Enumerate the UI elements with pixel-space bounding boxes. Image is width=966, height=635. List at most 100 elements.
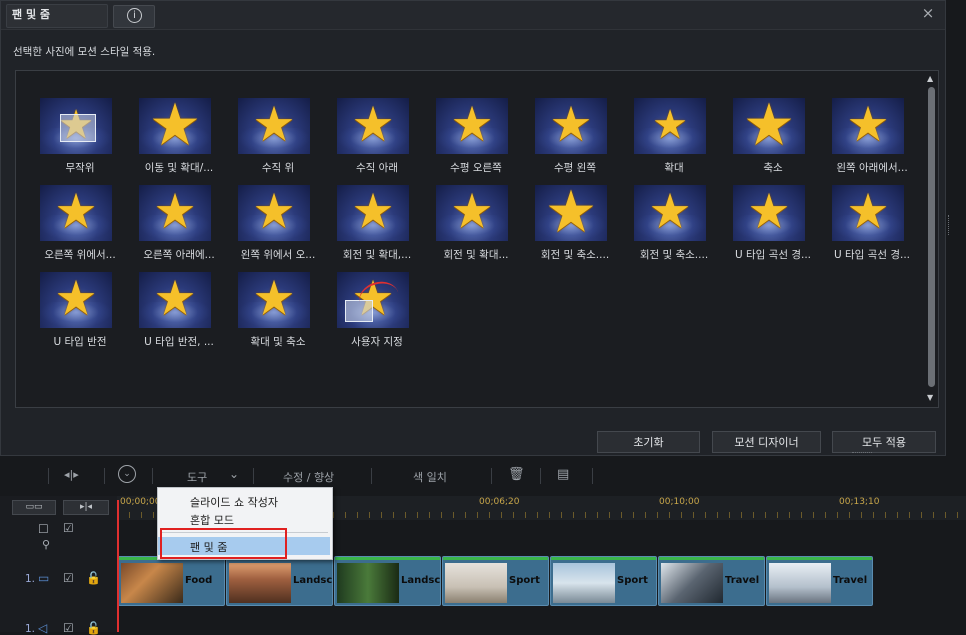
audio-track-checkbox[interactable]: ☑	[63, 621, 74, 635]
clip-thumbnail	[337, 563, 399, 603]
star-icon: ★	[149, 98, 201, 154]
star-icon: ★	[351, 185, 395, 240]
scroll-up-icon[interactable]: ▲	[927, 74, 933, 83]
style-label: 무작위	[65, 162, 95, 174]
clip-label: Sport	[617, 575, 648, 586]
playhead[interactable]	[117, 500, 119, 632]
timeline-clip[interactable]: Landsc	[334, 556, 441, 606]
style-label: 수평 왼쪽	[554, 162, 596, 174]
star-icon: ★	[846, 98, 890, 153]
clip-label: Landsc	[401, 575, 441, 586]
style-thumbnail: ★	[139, 272, 211, 328]
style-label: 회전 및 축소....	[639, 249, 709, 261]
star-icon: ★	[747, 185, 791, 240]
style-thumbnail: ★	[634, 185, 706, 241]
clip-thumbnail	[553, 563, 615, 603]
star-icon: ★	[252, 98, 296, 153]
timeline-clip[interactable]: Sport	[550, 556, 657, 606]
style-thumbnail: ★	[139, 185, 211, 241]
marker-icon[interactable]: ⚲	[42, 538, 50, 551]
dialog-titlebar: 팬 및 줌 i ×	[1, 1, 945, 30]
style-label: 확대 및 축소	[250, 336, 306, 348]
style-label: 수평 오른쪽	[450, 162, 502, 174]
star-icon: ★	[743, 98, 795, 154]
track-enable-checkbox[interactable]: ☑	[63, 521, 74, 535]
trash-icon[interactable]: 🗑	[508, 467, 525, 482]
scrollbar-thumb[interactable]	[928, 87, 935, 387]
edit-enhance-button[interactable]: 수정 / 향상	[283, 469, 334, 485]
style-label: 확대	[664, 162, 684, 174]
split-icon[interactable]: ◂|▸	[64, 468, 79, 481]
timeline-clip[interactable]: Sport	[442, 556, 549, 606]
style-label: 축소	[763, 162, 783, 174]
style-thumbnail: ★	[337, 98, 409, 154]
style-label: 회전 및 확대,...	[342, 249, 412, 261]
apply-all-button[interactable]: 모두 적용	[832, 431, 936, 453]
star-icon: ★	[545, 185, 597, 241]
clip-thumbnail	[445, 563, 507, 603]
star-icon: ★	[54, 272, 98, 327]
lock-icon[interactable]: 🔓	[86, 571, 101, 585]
tools-menu[interactable]: 도구	[187, 469, 207, 485]
style-thumbnail: ★	[238, 272, 310, 328]
storyboard-toggle-button[interactable]: ▭▭	[12, 500, 56, 515]
chevron-down-icon[interactable]: ⌄	[229, 467, 239, 481]
style-label: 수직 위	[261, 162, 295, 174]
clip-label: Travel	[725, 575, 760, 586]
style-thumbnail: ★	[535, 185, 607, 241]
pan-zoom-dialog: 팬 및 줌 i × 선택한 사진에 모션 스타일 적용. ★ 무작위 ★ 이동 및 …	[0, 0, 946, 456]
timeline-clip[interactable]: Landsc	[226, 556, 333, 606]
clip-label: Food	[185, 575, 213, 586]
style-label: 왼쪽 위에서 오...	[240, 249, 316, 261]
reset-button[interactable]: 초기화	[597, 431, 700, 453]
clip-thumbnail	[769, 563, 831, 603]
style-thumbnail: ★	[733, 98, 805, 154]
video-track-checkbox[interactable]: ☑	[63, 571, 74, 585]
timeline-toolbar: ◂|▸ ⌄ 도구 ⌄ 수정 / 향상 색 일치 🗑 ▤	[0, 458, 966, 496]
timeline-clip[interactable]: Travel	[658, 556, 765, 606]
style-label: 수직 아래	[356, 162, 398, 174]
timeline-fit-button[interactable]: ▸|◂	[63, 500, 109, 515]
timeline-clip[interactable]: Food	[118, 556, 225, 606]
color-match-button[interactable]: 색 일치	[413, 469, 447, 485]
style-thumbnail: ★	[832, 98, 904, 154]
close-icon[interactable]: ×	[919, 4, 937, 22]
lock-icon[interactable]: 🔓	[86, 621, 101, 635]
style-thumbnail: ★	[436, 185, 508, 241]
style-label: 이동 및 확대/...	[144, 162, 214, 174]
star-icon: ★	[252, 185, 296, 240]
ruler-label: 00;00;00	[120, 497, 161, 507]
style-thumbnail: ★	[40, 185, 112, 241]
menu-item-blend-mode[interactable]: 혼합 모드	[158, 510, 330, 528]
star-icon: ★	[652, 101, 688, 148]
style-thumbnail: ★	[733, 185, 805, 241]
video-track-label: 1.	[25, 573, 36, 585]
style-label: 오른쪽 위에서...	[44, 249, 116, 261]
audio-track-label: 1.	[25, 623, 36, 635]
ruler-label: 00;10;00	[659, 497, 700, 507]
star-icon: ★	[450, 98, 494, 153]
star-icon: ★	[846, 185, 890, 240]
star-icon: ★	[648, 185, 692, 240]
motion-designer-button[interactable]: 모션 디자이너	[712, 431, 821, 453]
chevron-down-circle-icon[interactable]: ⌄	[118, 465, 136, 483]
style-label: U 타입 반전, ...	[144, 336, 214, 348]
clip-thumbnail	[121, 563, 183, 603]
dialog-resize-grip[interactable]	[852, 452, 872, 457]
clip-thumbnail	[661, 563, 723, 603]
style-label: U 타입 반전	[53, 336, 107, 348]
scroll-down-icon[interactable]: ▼	[927, 393, 933, 402]
timeline-clip[interactable]: Travel	[766, 556, 873, 606]
style-thumbnail: ★	[40, 98, 112, 154]
track-view-icon[interactable]: ☐	[38, 522, 49, 536]
style-thumbnail: ★	[40, 272, 112, 328]
style-thumbnail: ★	[337, 185, 409, 241]
info-button[interactable]: i	[113, 5, 155, 28]
style-label: 오른쪽 아래에...	[143, 249, 215, 261]
menu-item-slideshow-creator[interactable]: 슬라이드 쇼 작성자	[158, 492, 330, 510]
gallery-scrollbar[interactable]: ▲ ▼	[925, 71, 938, 407]
style-label: 회전 및 축소....	[540, 249, 610, 261]
subtitle-icon[interactable]: ▤	[557, 467, 569, 482]
panel-resize-handle[interactable]	[948, 215, 953, 235]
ruler-label: 00;13;10	[839, 497, 880, 507]
